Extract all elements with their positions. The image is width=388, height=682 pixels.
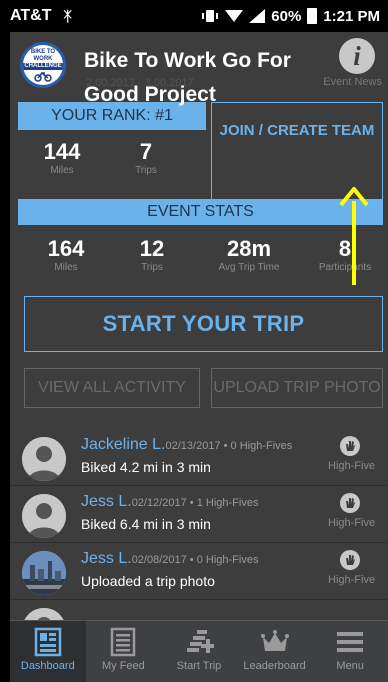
tab-my-feed-label: My Feed [101,660,145,672]
tab-dashboard-label: Dashboard [20,660,75,672]
event-miles-value: 164 [47,236,85,261]
feed-item-header: Jess L.02/12/2017 • 1 High-Fives [81,493,258,511]
rank-trips-stat: 7 Trips [122,139,170,177]
tab-start-trip[interactable]: Start Trip [161,621,237,682]
event-avg-time-value: 28m [226,236,272,261]
event-stats-banner: EVENT STATS [18,199,383,225]
tab-leaderboard[interactable]: Leaderboard [237,621,313,682]
photo-avatar[interactable] [22,551,66,595]
start-trip-icon [184,627,214,657]
logo-mid-text: CHALLENGE [23,62,63,70]
menu-icon [335,627,365,657]
feed-item[interactable]: Jess L.02/12/2017 • 1 High-Fives Biked 6… [10,487,388,543]
feed-meta: 02/08/2017 • 0 High-Fives [131,554,259,566]
avatar[interactable] [22,494,66,538]
annotation-arrow [339,187,369,285]
status-bar: AT&T ᛡ 60% 1:21 PM [0,0,388,32]
avatar[interactable] [22,437,66,481]
logo-top-text: BIKE TO WORK [30,48,56,62]
info-icon[interactable]: i [339,38,375,74]
city-photo-icon [22,551,66,595]
crown-icon [260,627,290,657]
tab-start-trip-label: Start Trip [176,660,222,672]
tab-dashboard[interactable]: Dashboard [10,621,86,682]
feed-item-header: Jess L.02/08/2017 • 0 High-Fives [81,550,258,568]
feed-meta: 02/13/2017 • 0 High-Fives [165,440,293,452]
rank-miles-label: Miles [50,165,74,176]
high-five-label[interactable]: High-Five [328,460,375,472]
high-five-label[interactable]: High-Five [328,517,375,529]
event-avg-time-label: Avg Trip Time [218,262,280,273]
event-miles-label: Miles [54,262,78,273]
event-title: Bike To Work Go For Good Project [84,49,291,106]
event-trips-label: Trips [141,262,163,273]
clock: 1:21 PM [323,7,380,25]
feed-item[interactable]: Jess L.02/08/2017 • 0 High-Fives Uploade… [10,544,388,600]
high-five-label[interactable]: High-Five [328,574,375,586]
status-right: 60% 1:21 PM [201,8,380,25]
feed-meta: 02/12/2017 • 1 High-Fives [131,497,259,509]
default-avatar-icon [22,494,66,538]
event-logo: BIKE TO WORK CHALLENGE [20,42,66,88]
tab-menu[interactable]: Menu [312,621,388,682]
feed-user-name[interactable]: Jess L. [81,550,132,567]
feed-user-name[interactable]: Jess L. [81,493,132,510]
dashboard-icon [33,627,63,657]
high-five-icon[interactable] [340,436,360,456]
tab-my-feed[interactable]: My Feed [86,621,162,682]
event-avg-time-stat: 28m Avg Trip Time [206,236,292,274]
rank-miles-value: 144 [43,139,81,164]
tab-menu-label: Menu [336,660,364,672]
upload-trip-photo-button[interactable]: UPLOAD TRIP PHOTO [211,368,383,408]
rank-miles-stat: 144 Miles [30,139,94,177]
event-header: BIKE TO WORK CHALLENGE 2.00.2017 - 3.00.… [10,32,388,106]
battery-icon [307,8,318,24]
start-trip-button[interactable]: START YOUR TRIP [24,296,383,352]
feed-icon [108,627,138,657]
event-trips-value: 12 [139,236,165,261]
high-five-icon[interactable] [340,493,360,513]
rank-trips-value: 7 [139,139,153,164]
feed-text: Biked 6.4 mi in 3 min [81,516,211,532]
feed-text: Uploaded a trip photo [81,573,215,589]
bottom-tab-bar: Dashboard My Feed Start Trip Leaderboard… [10,620,388,682]
feed-user-name[interactable]: Jackeline L. [81,436,166,453]
wifi-icon [225,10,244,22]
signal-icon [249,9,266,23]
rank-trips-label: Trips [135,165,157,176]
battery-percent: 60% [271,7,302,25]
feed-item[interactable]: Jackeline L.02/13/2017 • 0 High-Fives Bi… [10,430,388,486]
event-trips-stat: 12 Trips [128,236,176,274]
event-miles-stat: 164 Miles [34,236,98,274]
dashboard-screen: BIKE TO WORK CHALLENGE 2.00.2017 - 3.00.… [10,32,388,682]
feed-item-header: Jackeline L.02/13/2017 • 0 High-Fives [81,436,292,454]
view-all-activity-button[interactable]: VIEW ALL ACTIVITY [24,368,200,408]
default-avatar-icon [22,437,66,481]
feed-text: Biked 4.2 mi in 3 min [81,459,211,475]
tab-leaderboard-label: Leaderboard [243,660,306,672]
carrier-label: AT&T [10,7,52,24]
vibrate-icon [202,10,219,22]
notification-icon: ᛡ [63,8,72,24]
high-five-icon[interactable] [340,550,360,570]
bike-icon [34,71,52,82]
